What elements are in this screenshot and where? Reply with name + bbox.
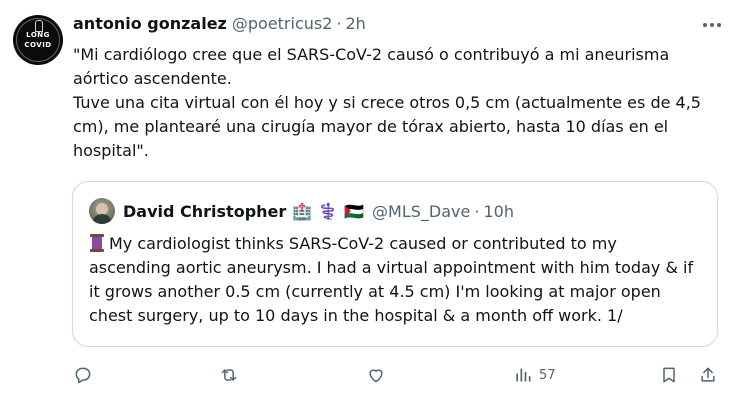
author-avatar[interactable]: LONG COVID <box>13 15 63 65</box>
quoted-author-name: David Christopher <box>123 201 287 221</box>
quoted-author-avatar <box>89 198 115 224</box>
avatar-shirt <box>92 214 112 224</box>
author-name[interactable]: antonio gonzalez <box>73 14 227 33</box>
reply-icon <box>75 367 91 384</box>
quoted-post-header: David Christopher 🏥 ⚕️ 🇵🇸 @MLS_Dave · 10… <box>123 199 514 223</box>
quoted-post-text: My cardiologist thinks SARS-CoV-2 caused… <box>89 234 694 325</box>
heart-icon <box>369 369 383 383</box>
action-bar: 57 <box>0 361 740 389</box>
quoted-post-time: 10h <box>483 201 514 221</box>
reply-button[interactable] <box>73 361 99 389</box>
avatar-text-covid: COVID <box>24 41 52 49</box>
views-bar-chart-icon <box>516 368 531 382</box>
post-time[interactable]: 2h <box>346 14 366 33</box>
more-horizontal-icon <box>703 23 721 27</box>
post-header: antonio gonzalez @poetricus2 · 2h <box>73 11 366 35</box>
more-options-button[interactable] <box>700 14 724 36</box>
thread-spool-icon <box>89 234 105 252</box>
share-icon <box>701 367 715 382</box>
avatar-text-long: LONG <box>26 31 50 39</box>
like-button[interactable] <box>366 361 392 389</box>
share-button[interactable] <box>698 361 718 389</box>
bookmark-button[interactable] <box>659 361 679 389</box>
author-handle[interactable]: @poetricus2 <box>232 14 333 33</box>
separator-dot: · <box>474 201 480 221</box>
separator-dot: · <box>336 13 342 33</box>
bookmark-icon <box>663 367 675 383</box>
repost-icon <box>221 369 237 381</box>
palestine-flag-emoji-icon: 🇵🇸 <box>344 201 365 221</box>
repost-button[interactable] <box>219 361 245 389</box>
views-button[interactable]: 57 <box>513 361 556 389</box>
post-body: "Mi cardiólogo cree que el SARS-CoV-2 ca… <box>73 43 723 163</box>
medical-symbol-emoji-icon: ⚕️ <box>318 201 339 221</box>
quoted-post-card[interactable]: David Christopher 🏥 ⚕️ 🇵🇸 @MLS_Dave · 10… <box>72 181 718 347</box>
quoted-author-handle: @MLS_Dave <box>372 201 471 221</box>
post-paragraph: Tuve una cita virtual con él hoy y si cr… <box>73 93 701 160</box>
hospital-emoji-icon: 🏥 <box>292 201 313 221</box>
views-count: 57 <box>539 367 556 383</box>
quoted-post-text-container: My cardiologist thinks SARS-CoV-2 caused… <box>89 232 699 328</box>
post-paragraph: "Mi cardiólogo cree que el SARS-CoV-2 ca… <box>73 45 670 88</box>
